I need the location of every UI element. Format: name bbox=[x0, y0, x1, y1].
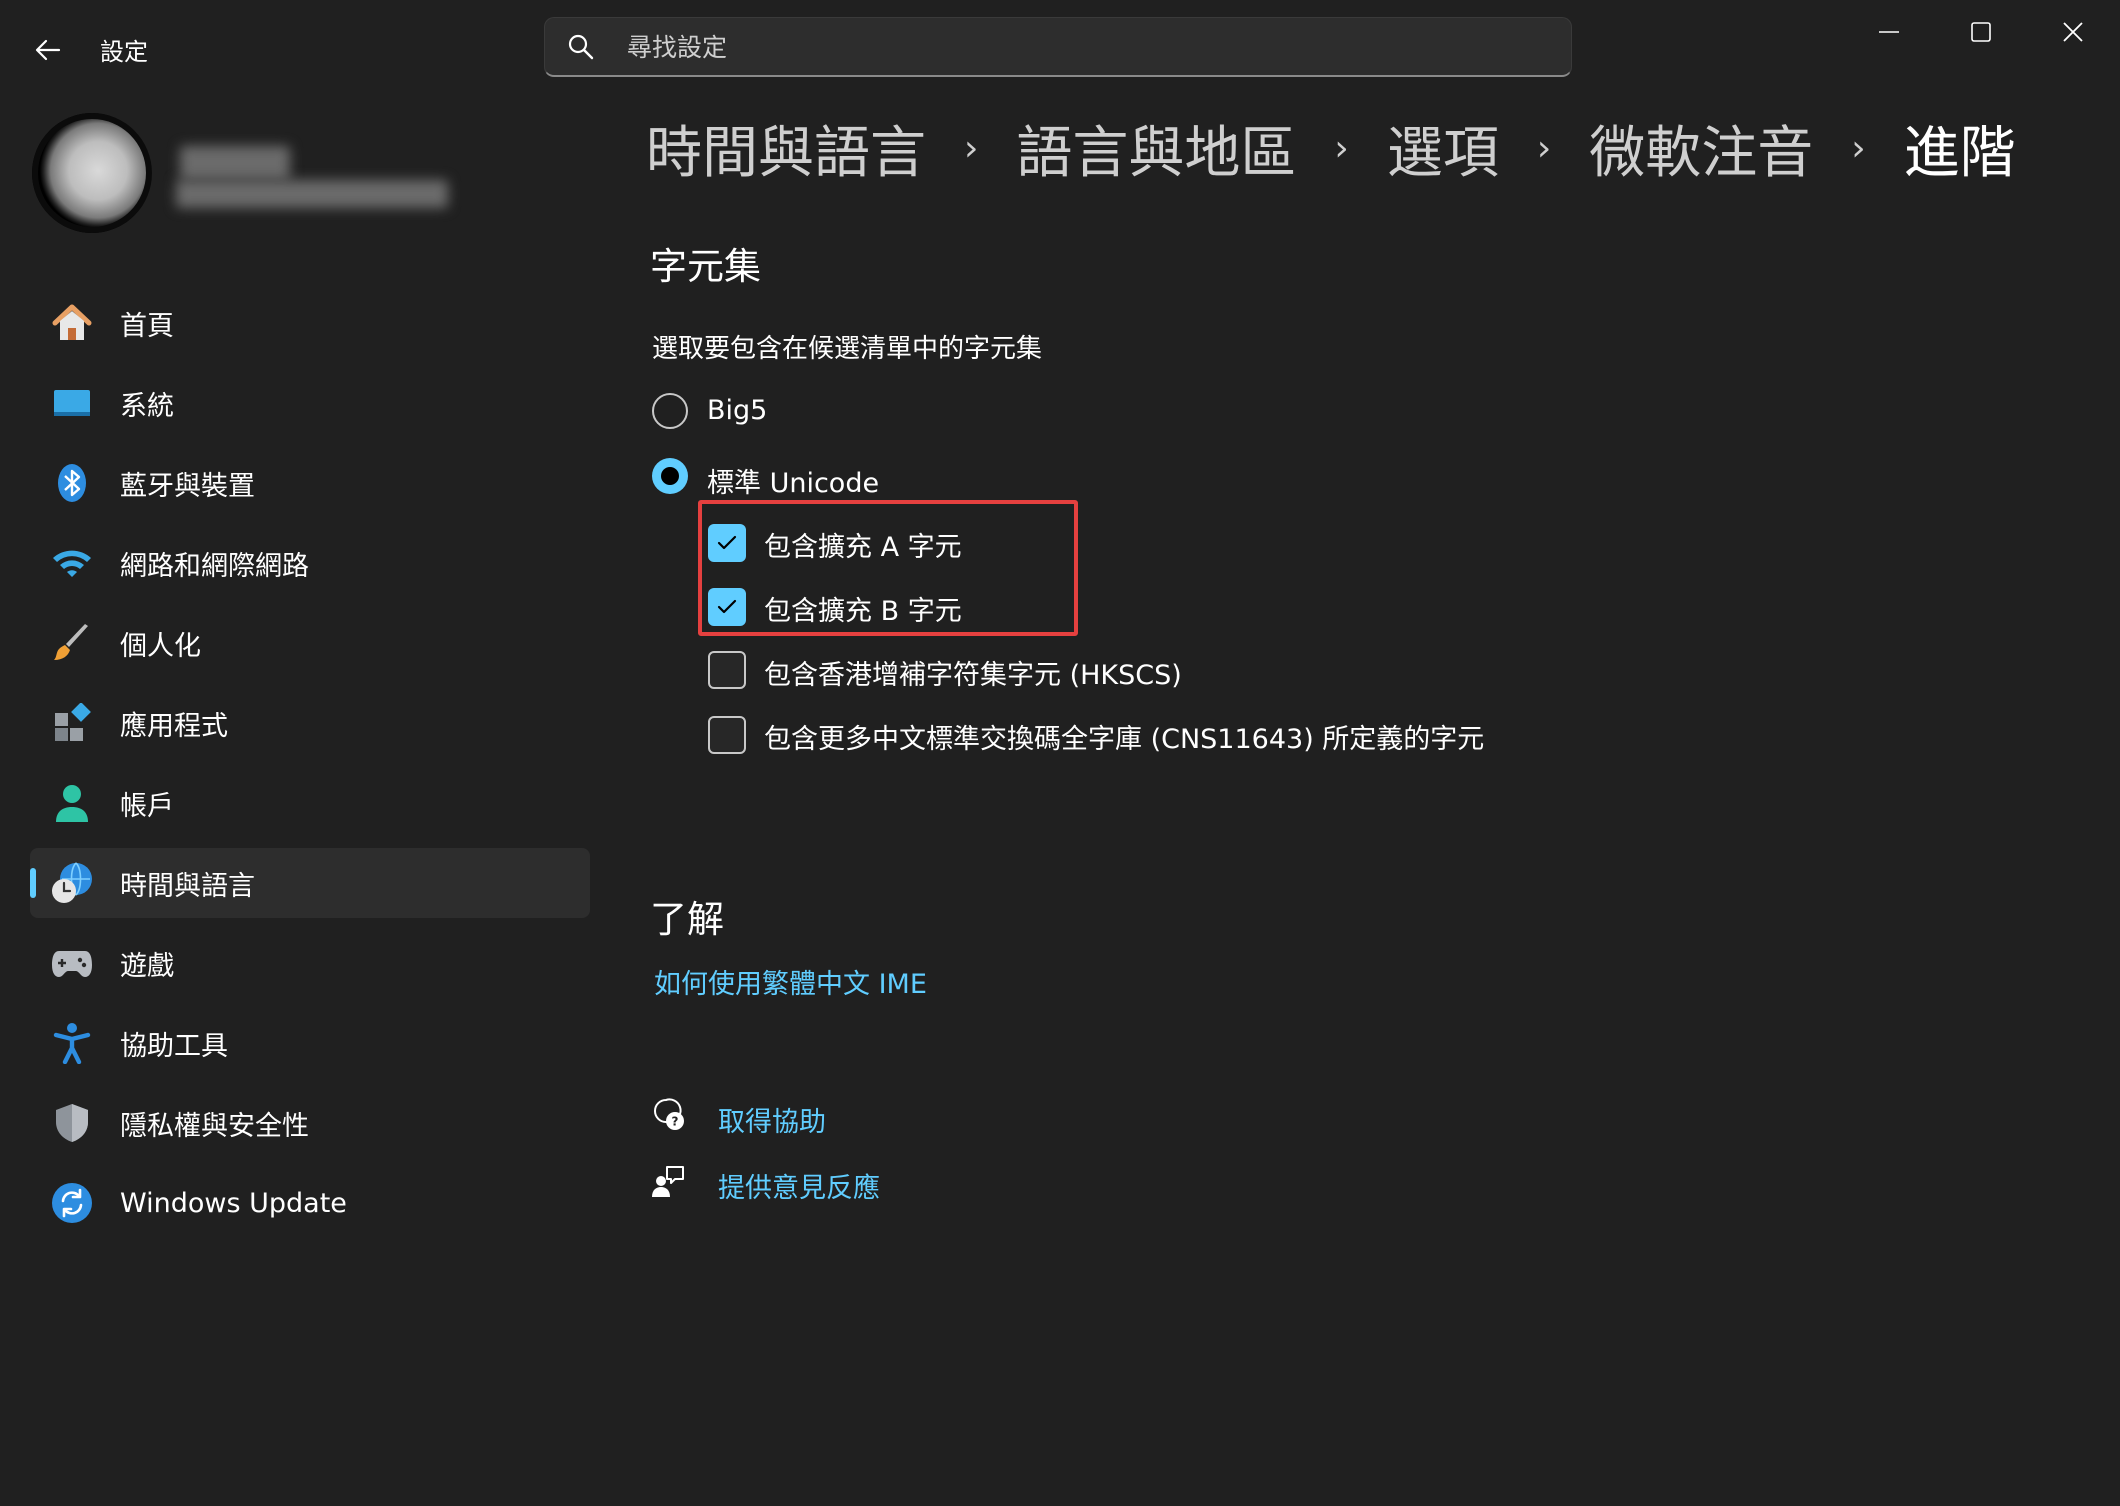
charset-heading: 字元集 bbox=[650, 245, 761, 288]
learn-heading: 了解 bbox=[650, 898, 724, 941]
breadcrumb-item-advanced: 進階 bbox=[1903, 121, 2016, 186]
ext-a-label[interactable]: 包含擴充 A 字元 bbox=[764, 525, 962, 564]
shield-icon bbox=[50, 1101, 94, 1145]
breadcrumb-item-time-language[interactable]: 時間與語言 bbox=[646, 108, 926, 189]
sidebar-item-personalization[interactable]: 個人化 bbox=[30, 608, 590, 678]
sidebar-item-accounts[interactable]: 帳戶 bbox=[30, 768, 590, 838]
ext-b-checkbox[interactable] bbox=[708, 588, 746, 626]
ext-a-checkbox[interactable] bbox=[708, 524, 746, 562]
ime-help-link[interactable]: 如何使用繁體中文 IME bbox=[654, 962, 927, 1001]
account-icon bbox=[50, 781, 94, 825]
breadcrumb-item-language-region[interactable]: 語言與地區 bbox=[1016, 108, 1296, 189]
maximize-button[interactable] bbox=[1936, 0, 2026, 64]
cns11643-label[interactable]: 包含更多中文標準交換碼全字庫 (CNS11643) 所定義的字元 bbox=[764, 717, 1484, 756]
cns11643-checkbox[interactable] bbox=[708, 716, 746, 754]
sidebar-item-label: Windows Update bbox=[120, 1187, 347, 1219]
sidebar-item-label: 應用程式 bbox=[120, 710, 228, 742]
sidebar-item-bluetooth[interactable]: 藍牙與裝置 bbox=[30, 448, 590, 518]
back-arrow-icon bbox=[35, 39, 61, 61]
sidebar-item-apps[interactable]: 應用程式 bbox=[30, 688, 590, 758]
accessibility-icon bbox=[50, 1021, 94, 1065]
sidebar-item-network[interactable]: 網路和網際網路 bbox=[30, 528, 590, 598]
time-language-icon bbox=[50, 861, 94, 905]
hkscs-label[interactable]: 包含香港增補字符集字元 (HKSCS) bbox=[764, 653, 1182, 692]
unicode-label[interactable]: 標準 Unicode bbox=[707, 461, 879, 500]
breadcrumb-item-microsoft-bopomofo[interactable]: 微軟注音 bbox=[1589, 108, 1813, 189]
charset-description: 選取要包含在候選清單中的字元集 bbox=[652, 334, 1043, 364]
gamepad-icon bbox=[50, 941, 94, 985]
windows-update-icon bbox=[50, 1181, 94, 1225]
search-box[interactable] bbox=[544, 17, 1572, 77]
chevron-right-icon: › bbox=[964, 128, 979, 169]
avatar[interactable] bbox=[32, 113, 152, 233]
minimize-button[interactable] bbox=[1844, 0, 1934, 64]
sidebar-item-privacy[interactable]: 隱私權與安全性 bbox=[30, 1088, 590, 1158]
big5-radio[interactable] bbox=[652, 393, 688, 429]
close-icon bbox=[2063, 22, 2083, 42]
apps-icon bbox=[50, 701, 94, 745]
sidebar-item-label: 藍牙與裝置 bbox=[120, 470, 255, 502]
big5-label[interactable]: Big5 bbox=[707, 395, 767, 426]
close-button[interactable] bbox=[2028, 0, 2118, 64]
sidebar-item-home[interactable]: 首頁 bbox=[30, 288, 590, 358]
minimize-icon bbox=[1879, 31, 1899, 33]
sidebar-item-label: 個人化 bbox=[120, 630, 201, 662]
redacted-username bbox=[180, 146, 290, 180]
sidebar-item-label: 協助工具 bbox=[120, 1030, 228, 1062]
wifi-icon bbox=[50, 541, 94, 585]
sidebar-item-gaming[interactable]: 遊戲 bbox=[30, 928, 590, 998]
svg-text:?: ? bbox=[672, 1115, 679, 1129]
feedback-icon bbox=[650, 1164, 686, 1204]
home-icon bbox=[50, 301, 94, 345]
sidebar-item-label: 帳戶 bbox=[120, 790, 174, 822]
bluetooth-icon bbox=[50, 461, 94, 505]
ext-b-label[interactable]: 包含擴充 B 字元 bbox=[764, 589, 962, 628]
redacted-email bbox=[176, 180, 448, 208]
maximize-icon bbox=[1971, 22, 1991, 42]
checkmark-icon bbox=[717, 535, 737, 550]
checkmark-icon bbox=[717, 599, 737, 614]
selection-indicator bbox=[30, 868, 36, 898]
app-title: 設定 bbox=[100, 38, 148, 66]
sidebar-item-accessibility[interactable]: 協助工具 bbox=[30, 1008, 590, 1078]
sidebar-item-label: 遊戲 bbox=[120, 950, 174, 982]
unicode-radio[interactable] bbox=[652, 458, 688, 494]
chevron-right-icon: › bbox=[1334, 128, 1349, 169]
feedback-link[interactable]: 提供意見反應 bbox=[718, 1166, 880, 1205]
sidebar-item-time-language[interactable]: 時間與語言 bbox=[30, 848, 590, 918]
sidebar-item-system[interactable]: 系統 bbox=[30, 368, 590, 438]
breadcrumb-item-options[interactable]: 選項 bbox=[1387, 108, 1499, 189]
hkscs-checkbox[interactable] bbox=[708, 651, 746, 689]
sidebar-item-label: 時間與語言 bbox=[120, 870, 255, 902]
search-icon bbox=[568, 34, 594, 60]
search-input[interactable] bbox=[625, 18, 1529, 76]
chevron-right-icon: › bbox=[1851, 128, 1866, 169]
back-button[interactable] bbox=[28, 30, 68, 70]
system-icon bbox=[50, 381, 94, 425]
sidebar-item-label: 網路和網際網路 bbox=[120, 550, 309, 582]
sidebar-item-label: 隱私權與安全性 bbox=[120, 1110, 309, 1142]
sidebar-item-label: 系統 bbox=[120, 390, 174, 422]
breadcrumb: 時間與語言 › 語言與地區 › 選項 › 微軟注音 › 進階 bbox=[646, 108, 2016, 189]
brush-icon bbox=[50, 621, 94, 665]
sidebar-item-label: 首頁 bbox=[120, 310, 174, 342]
get-help-link[interactable]: 取得協助 bbox=[718, 1100, 826, 1139]
chevron-right-icon: › bbox=[1536, 128, 1552, 169]
get-help-icon: ? bbox=[650, 1097, 686, 1137]
sidebar-item-windows-update[interactable]: Windows Update bbox=[30, 1168, 590, 1238]
